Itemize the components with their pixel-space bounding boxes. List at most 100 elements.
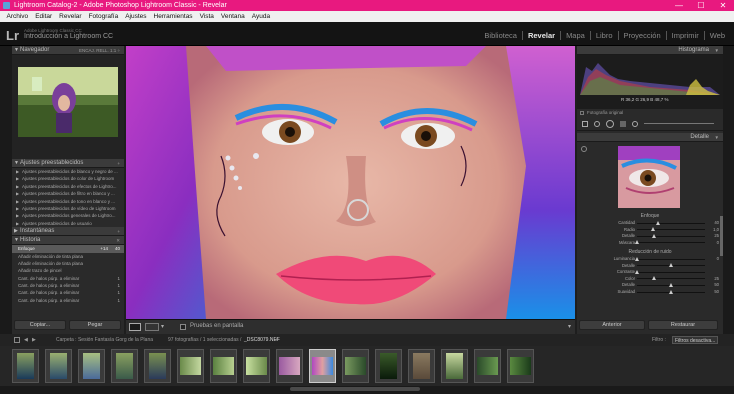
history-item[interactable]: Cant. de halos púrp. a eliminar 1 bbox=[12, 289, 124, 296]
filmstrip-thumbnail[interactable] bbox=[342, 349, 369, 383]
filmstrip-thumbnail[interactable] bbox=[441, 349, 468, 383]
module-revelar[interactable]: Revelar bbox=[523, 31, 562, 40]
sharpening-slider-track[interactable] bbox=[637, 220, 705, 225]
view-mode-loupe-icon[interactable] bbox=[129, 323, 141, 331]
sharpening-slider-handle[interactable] bbox=[656, 220, 661, 225]
noise-slider-row[interactable]: Contraste bbox=[577, 269, 723, 275]
module-libro[interactable]: Libro bbox=[591, 31, 619, 40]
crop-tool-icon[interactable] bbox=[582, 121, 588, 127]
noise-slider-row[interactable]: Detalle 50 bbox=[577, 282, 723, 288]
noise-slider-handle[interactable] bbox=[669, 289, 673, 294]
menu-ayuda[interactable]: Ayuda bbox=[248, 11, 273, 22]
radial-filter-icon[interactable] bbox=[632, 121, 638, 127]
preset-folder[interactable]: ▶ Ajustes preestablecidos de blanco y neg… bbox=[12, 168, 124, 175]
noise-slider-track[interactable] bbox=[635, 256, 705, 261]
sharpening-slider-handle[interactable] bbox=[635, 240, 639, 245]
filmstrip-thumbnail[interactable] bbox=[12, 349, 39, 383]
red-eye-tool-icon[interactable] bbox=[606, 120, 614, 128]
detail-preview[interactable] bbox=[577, 142, 723, 212]
noise-slider-track[interactable] bbox=[637, 263, 705, 268]
menu-ajustes[interactable]: Ajustes bbox=[122, 11, 150, 22]
navigator-header[interactable]: ▼ Navegador ENCAJ. RELL. 1:1 ÷ bbox=[12, 46, 124, 55]
previous-settings-button[interactable]: Anterior bbox=[579, 320, 645, 330]
histogram-header[interactable]: Histograma ▼ bbox=[577, 46, 723, 55]
filmstrip-thumbnail[interactable] bbox=[507, 349, 534, 383]
history-item[interactable]: Cant. de halos púrp. a eliminar 1 bbox=[12, 297, 124, 304]
filmstrip-thumbnail[interactable] bbox=[408, 349, 435, 383]
module-imprimir[interactable]: Imprimir bbox=[667, 31, 705, 40]
original-photo-checkbox[interactable] bbox=[580, 111, 584, 115]
adjustment-brush-icon[interactable] bbox=[644, 123, 714, 124]
close-button[interactable]: ✕ bbox=[712, 0, 734, 11]
preset-folder[interactable]: ▶ Ajustes preestablecidos de tono en blan… bbox=[12, 198, 124, 205]
sharpening-slider-row[interactable]: Detalle 25 bbox=[577, 233, 723, 239]
module-web[interactable]: Web bbox=[705, 31, 730, 40]
navigator-zoom-options[interactable]: ENCAJ. RELL. 1:1 ÷ bbox=[79, 46, 120, 55]
history-item[interactable]: Añadir eliminación de tinta plana bbox=[12, 253, 124, 260]
view-mode-compare-icon[interactable] bbox=[145, 323, 159, 331]
histogram-graph[interactable]: R 36,2 G 26,9 B 48,7 % bbox=[577, 55, 723, 109]
sharpening-slider-handle[interactable] bbox=[650, 227, 655, 232]
noise-slider-handle[interactable] bbox=[635, 256, 639, 261]
sharpening-slider-track[interactable] bbox=[637, 233, 705, 238]
add-snapshot-icon[interactable]: + bbox=[117, 227, 120, 236]
preset-folder[interactable]: ▶ Ajustes preestablecidos de vídeo de Lig… bbox=[12, 205, 124, 212]
reset-button[interactable]: Restaurar bbox=[648, 320, 718, 330]
noise-slider-track[interactable] bbox=[637, 289, 705, 294]
noise-slider-handle[interactable] bbox=[669, 263, 673, 268]
filmstrip-thumbnail[interactable] bbox=[177, 349, 204, 383]
minimize-button[interactable]: — bbox=[668, 0, 690, 11]
spot-removal-tool-icon[interactable] bbox=[594, 121, 600, 127]
maximize-button[interactable]: ☐ bbox=[690, 0, 712, 11]
noise-slider-row[interactable]: Luminancia 0 bbox=[577, 256, 723, 262]
sharpening-slider-value[interactable]: 25 bbox=[714, 233, 719, 238]
main-image-view[interactable] bbox=[126, 46, 575, 319]
preset-folder[interactable]: ▶ Ajustes preestablecidos de efectos de L… bbox=[12, 183, 124, 190]
left-edge-strip[interactable] bbox=[0, 46, 12, 334]
menu-ventana[interactable]: Ventana bbox=[217, 11, 248, 22]
noise-slider-value[interactable]: 50 bbox=[714, 289, 719, 294]
filmstrip-thumbnail[interactable] bbox=[243, 349, 270, 383]
preset-folder[interactable]: ▶ Ajustes preestablecidos generales de Li… bbox=[12, 212, 124, 219]
filmstrip-thumbnail[interactable] bbox=[474, 349, 501, 383]
preset-folder[interactable]: ▶ Ajustes preestablecidos de color de Lig… bbox=[12, 175, 124, 182]
noise-slider-track[interactable] bbox=[637, 282, 705, 287]
module-proyeccion[interactable]: Proyección bbox=[619, 31, 667, 40]
presets-header[interactable]: ▼ Ajustes preestablecidos + bbox=[12, 159, 124, 168]
noise-slider-row[interactable]: Detalle bbox=[577, 263, 723, 269]
history-header[interactable]: ▼ Historia ✕ bbox=[12, 236, 124, 246]
menu-archivo[interactable]: Archivo bbox=[3, 11, 32, 22]
snapshots-header[interactable]: ▶ Instantáneas + bbox=[12, 227, 124, 237]
menu-revelar[interactable]: Revelar bbox=[56, 11, 85, 22]
bottom-edge-strip[interactable] bbox=[0, 386, 734, 394]
paste-settings-button[interactable]: Pegar bbox=[69, 320, 121, 330]
grid-view-icon[interactable] bbox=[14, 337, 20, 343]
menu-vista[interactable]: Vista bbox=[196, 11, 217, 22]
filmstrip-thumbnail[interactable] bbox=[111, 349, 138, 383]
filename-menu-icon[interactable]: ▾ bbox=[276, 334, 279, 346]
forward-arrow-icon[interactable]: ▶ bbox=[32, 334, 36, 346]
filmstrip-thumbnail[interactable] bbox=[210, 349, 237, 383]
navigator-preview[interactable] bbox=[12, 55, 124, 159]
graduated-filter-icon[interactable] bbox=[620, 121, 626, 127]
filmstrip-thumbnail[interactable] bbox=[45, 349, 72, 383]
history-item[interactable]: Añadir eliminación de tinta plana bbox=[12, 260, 124, 267]
filter-dropdown[interactable]: Filtros desactiva... bbox=[672, 336, 719, 344]
back-arrow-icon[interactable]: ◀ bbox=[24, 334, 28, 346]
history-item[interactable]: Añadir trazo de pincel bbox=[12, 267, 124, 274]
preview-target-icon[interactable] bbox=[581, 146, 587, 152]
sharpening-slider-value[interactable]: 1,0 bbox=[713, 227, 719, 232]
sharpening-slider-value[interactable]: 40 bbox=[714, 220, 719, 225]
folder-label[interactable]: Carpeta : Sesión Fantasía Gorg de la Pla… bbox=[56, 334, 153, 346]
noise-slider-row[interactable]: Color 25 bbox=[577, 276, 723, 282]
menu-editar[interactable]: Editar bbox=[32, 11, 56, 22]
compare-options-icon[interactable]: ▾ bbox=[161, 323, 164, 330]
filmstrip-thumbnail[interactable] bbox=[144, 349, 171, 383]
filmstrip-thumbnail[interactable] bbox=[276, 349, 303, 383]
noise-slider-track[interactable] bbox=[637, 276, 705, 281]
history-item[interactable]: Cant. de halos púrp. a eliminar 1 bbox=[12, 282, 124, 289]
noise-slider-handle[interactable] bbox=[669, 282, 673, 287]
sharpening-slider-row[interactable]: Máscara 0 bbox=[577, 240, 723, 246]
history-item[interactable]: Enfoque +14 40 bbox=[12, 245, 124, 253]
original-photo-row[interactable]: Fotografía original bbox=[577, 109, 723, 117]
